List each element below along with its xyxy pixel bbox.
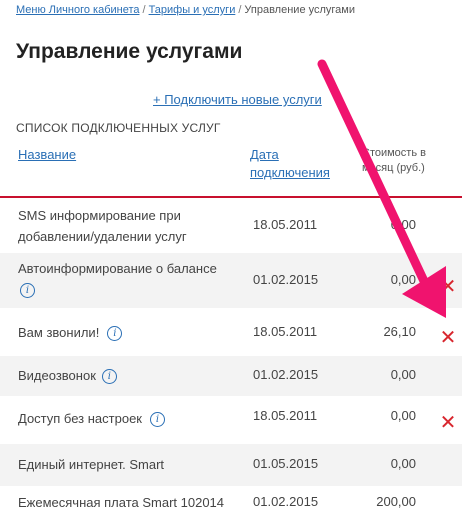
service-name: SMS информирование при добавлении/удален…	[18, 205, 187, 247]
breadcrumb: Меню Личного кабинета / Тарифы и услуги / Уп…	[16, 4, 355, 16]
service-cost: 0,00	[390, 367, 416, 382]
service-cost: 0,00	[390, 408, 416, 423]
service-name: Ежемесячная плата Smart 102014	[18, 495, 225, 510]
service-name-line1: Видеозвонок	[18, 368, 96, 383]
breadcrumb-current: Управление услугами	[244, 4, 356, 16]
service-name: Единый интернет. Smart	[18, 457, 165, 472]
column-header-cost-line2: месяц (руб.)	[362, 162, 425, 174]
column-header-date-line2: подключения	[250, 165, 330, 180]
service-name: Вам звонили! i	[18, 322, 123, 343]
service-name-line1: Доступ без настроек	[18, 411, 142, 426]
info-icon[interactable]: i	[150, 412, 165, 428]
services-list-heading: СПИСОК ПОДКЛЮЧЕННЫХ УСЛУГ	[16, 121, 221, 135]
table-row: SMS информирование при добавлении/удален…	[0, 198, 462, 253]
service-date: 18.05.2011	[253, 408, 318, 423]
breadcrumb-link-cabinet-menu[interactable]: Меню Личного кабинета	[16, 4, 140, 16]
service-name: Автоинформирование о балансе i	[18, 258, 217, 300]
table-row: Единый интернет. Smart 01.05.2015 0,00	[0, 444, 462, 486]
column-header-cost-line1: Стоимость в	[362, 147, 426, 159]
service-date: 18.05.2011	[253, 324, 318, 339]
page-title: Управление услугами	[16, 40, 243, 63]
service-cost: 0,00	[390, 217, 416, 232]
services-table: SMS информирование при добавлении/удален…	[0, 198, 462, 512]
service-date: 01.02.2015	[253, 494, 319, 509]
service-date: 01.02.2015	[253, 367, 319, 382]
breadcrumb-link-tariffs[interactable]: Тарифы и услуги	[149, 4, 236, 16]
service-cost: 0,00	[390, 456, 416, 471]
table-row: Доступ без настроек i 18.05.2011 0,00 ✕	[0, 396, 462, 444]
column-header-name[interactable]: Название	[18, 146, 76, 164]
table-row: Автоинформирование о балансе i 01.02.201…	[0, 253, 462, 308]
info-icon[interactable]: i	[20, 283, 35, 299]
service-name-line2: добавлении/удалении услуг	[18, 229, 187, 244]
delete-service-icon[interactable]: ✕	[438, 276, 458, 296]
connect-new-services-link[interactable]: + Подключить новые услуги	[153, 92, 322, 107]
service-name-line1: Автоинформирование о балансе	[18, 261, 217, 276]
delete-service-icon[interactable]: ✕	[438, 412, 458, 432]
info-icon[interactable]: i	[101, 369, 117, 385]
service-cost: 200,00	[376, 494, 416, 509]
column-header-date-line1: Дата	[250, 147, 279, 162]
delete-service-icon[interactable]: ✕	[438, 327, 458, 347]
table-row: Видеозвонок i 01.02.2015 0,00	[0, 356, 462, 396]
breadcrumb-separator: /	[142, 4, 146, 16]
service-name: Доступ без настроек i	[18, 408, 165, 429]
service-cost: 26,10	[383, 324, 416, 339]
table-row: Вам звонили! i 18.05.2011 26,10 ✕	[0, 308, 462, 356]
info-icon[interactable]: i	[107, 326, 123, 342]
column-header-cost: Стоимость в месяц (руб.)	[362, 146, 434, 176]
service-name-line1: Вам звонили!	[18, 325, 100, 340]
service-date: 01.02.2015	[253, 272, 319, 287]
service-date: 01.05.2015	[253, 456, 319, 471]
table-row: Ежемесячная плата Smart 102014 01.02.201…	[0, 486, 462, 512]
service-date: 18.05.2011	[253, 217, 318, 232]
service-name: Видеозвонок i	[18, 365, 117, 386]
service-name-line1: SMS информирование при	[18, 208, 181, 223]
service-cost: 0,00	[390, 272, 416, 287]
column-header-date[interactable]: Дата подключения	[250, 146, 330, 182]
